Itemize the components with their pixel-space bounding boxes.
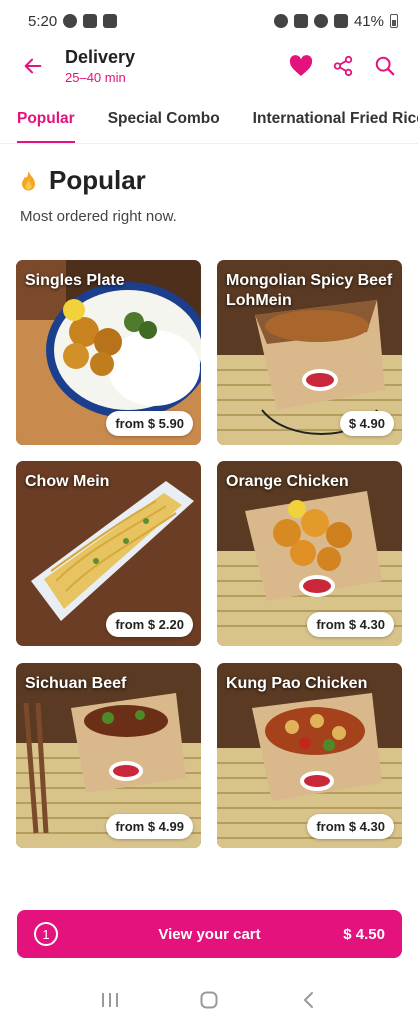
chevron-left-icon bbox=[304, 991, 314, 1008]
search-icon bbox=[375, 56, 395, 76]
menu-item-card[interactable]: Chow Mein from $ 2.20 bbox=[16, 461, 201, 646]
wifi-icon bbox=[313, 14, 328, 28]
cart-total: $ 4.50 bbox=[343, 925, 385, 943]
delivery-time: 25–40 min bbox=[65, 70, 126, 85]
header-actions bbox=[286, 51, 400, 81]
battery-percent: 41% bbox=[353, 12, 384, 30]
checkbox-notification-icon bbox=[103, 14, 118, 28]
item-price: from $ 4.99 bbox=[106, 814, 193, 839]
flame-icon bbox=[22, 170, 35, 190]
section-title: Popular bbox=[49, 165, 146, 195]
item-name: Mongolian Spicy Beef LohMein bbox=[226, 272, 393, 309]
share-icon bbox=[333, 55, 353, 77]
item-price: from $ 4.30 bbox=[307, 814, 394, 839]
menu-item-card[interactable]: Mongolian Spicy Beef LohMein $ 4.90 bbox=[217, 260, 402, 445]
tab-special-combo[interactable]: Special Combo bbox=[108, 98, 220, 143]
share-button[interactable] bbox=[328, 51, 358, 81]
system-nav-bar bbox=[0, 975, 418, 1024]
item-name: Orange Chicken bbox=[226, 473, 349, 490]
menu-item-card[interactable]: Orange Chicken from $ 4.30 bbox=[217, 461, 402, 646]
mute-icon bbox=[293, 14, 308, 28]
arrow-left-icon bbox=[24, 58, 42, 74]
item-name: Sichuan Beef bbox=[25, 675, 127, 692]
section-header: Popular bbox=[20, 165, 146, 196]
app-header: Delivery 25–40 min bbox=[0, 42, 418, 90]
favorite-button[interactable] bbox=[286, 51, 316, 81]
item-price: from $ 2.20 bbox=[106, 612, 193, 637]
menu-item-card[interactable]: Kung Pao Chicken from $ 4.30 bbox=[217, 663, 402, 848]
system-back-button[interactable] bbox=[288, 985, 328, 1015]
view-cart-button[interactable]: 1 View your cart $ 4.50 bbox=[17, 910, 402, 958]
item-price: from $ 5.90 bbox=[106, 411, 193, 436]
tab-popular[interactable]: Popular bbox=[17, 98, 75, 143]
recent-apps-icon bbox=[101, 992, 118, 1007]
menu-item-card[interactable]: Sichuan Beef from $ 4.99 bbox=[16, 663, 201, 848]
category-tabs: Popular Special Combo International Frie… bbox=[0, 98, 418, 144]
recent-apps-button[interactable] bbox=[90, 985, 130, 1015]
home-button[interactable] bbox=[189, 985, 229, 1015]
tab-international-fried-rice[interactable]: International Fried Rice bbox=[253, 98, 418, 143]
heart-icon bbox=[289, 55, 313, 76]
cart-item-count: 1 bbox=[34, 922, 58, 946]
alarm-icon bbox=[273, 14, 288, 28]
battery-icon bbox=[390, 14, 398, 28]
item-name: Chow Mein bbox=[25, 473, 110, 490]
home-icon bbox=[200, 991, 218, 1008]
page-title: Delivery bbox=[65, 47, 136, 67]
search-button[interactable] bbox=[370, 51, 400, 81]
item-name: Singles Plate bbox=[25, 272, 125, 289]
title-block: Delivery 25–40 min bbox=[65, 47, 135, 85]
item-name: Kung Pao Chicken bbox=[226, 675, 368, 692]
item-price: $ 4.90 bbox=[339, 411, 394, 436]
signal-icon bbox=[333, 14, 348, 28]
section-subtitle: Most ordered right now. bbox=[20, 208, 177, 225]
menu-item-card[interactable]: Singles Plate from $ 5.90 bbox=[16, 260, 201, 445]
status-time: 5:20 bbox=[28, 12, 58, 30]
image-notification-icon bbox=[83, 14, 98, 28]
back-button[interactable] bbox=[18, 51, 48, 81]
chat-notification-icon bbox=[63, 14, 78, 28]
item-price: from $ 4.30 bbox=[307, 612, 394, 637]
status-bar: 5:20 41% bbox=[0, 0, 418, 42]
